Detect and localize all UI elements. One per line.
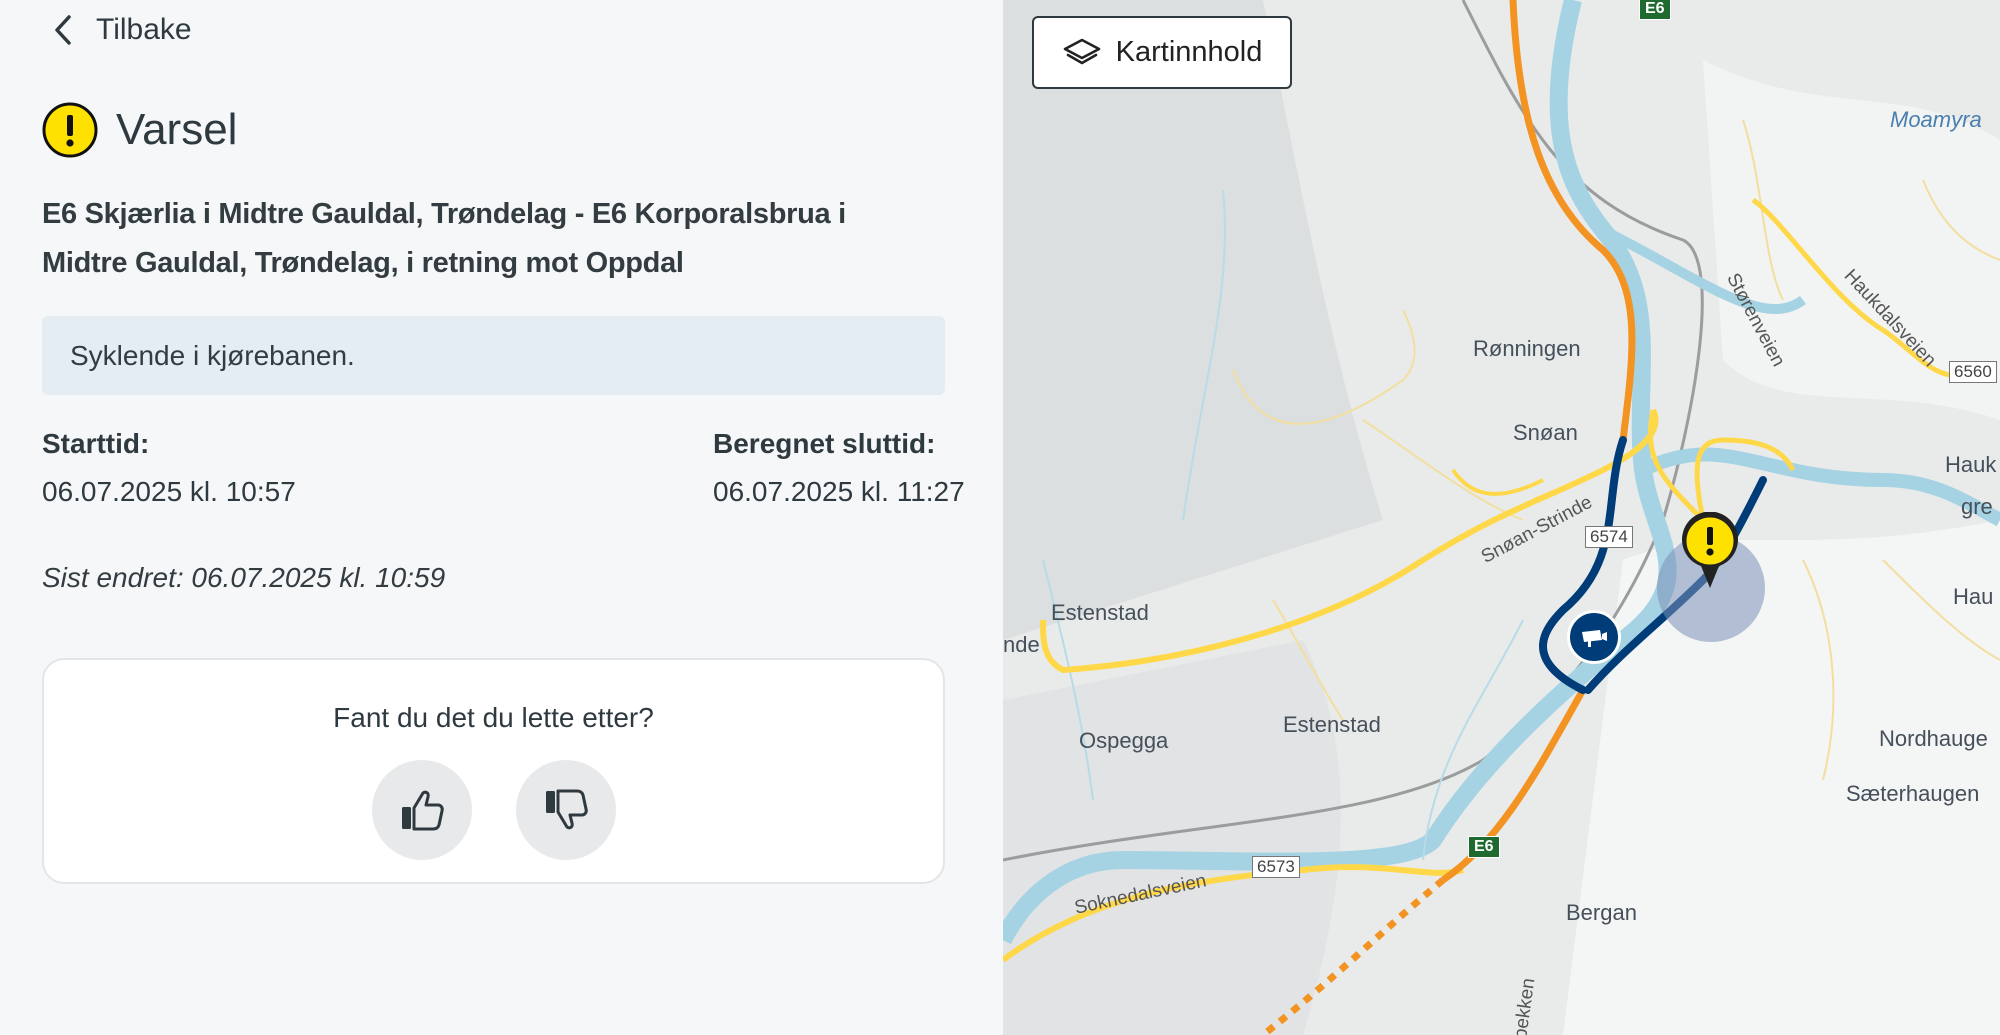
page-title: Varsel — [116, 105, 238, 154]
map-layers-label: Kartinnhold — [1115, 36, 1263, 68]
place-label: Estenstad — [1051, 600, 1149, 625]
detail-panel: Tilbake Varsel E6 Skjærlia i Midtre Gaul… — [0, 0, 1003, 1035]
road-number: 6560 — [1949, 361, 1997, 383]
place-label: Ospegga — [1079, 728, 1169, 753]
layers-icon — [1063, 38, 1100, 64]
alert-location: E6 Skjærlia i Midtre Gauldal, Trøndelag … — [42, 198, 846, 279]
description-text: Syklende i kjørebanen. — [70, 339, 355, 371]
e6-shield: E6 — [1639, 0, 1671, 20]
place-label: Rønningen — [1473, 336, 1581, 361]
e6-shield: E6 — [1468, 836, 1500, 858]
place-label: nde — [1003, 632, 1040, 657]
back-button[interactable]: Tilbake — [52, 8, 192, 52]
thumbs-up-icon — [402, 790, 444, 831]
back-label: Tilbake — [96, 13, 192, 46]
warning-icon — [42, 102, 98, 158]
incident-marker[interactable] — [1679, 512, 1741, 590]
camera-icon — [1582, 630, 1607, 647]
alert-header: Varsel — [42, 102, 237, 158]
place-label: Snøan — [1513, 420, 1578, 445]
thumbs-down-button[interactable] — [516, 760, 616, 860]
traffic-camera-marker[interactable] — [1567, 610, 1621, 664]
start-time-label: Starttid: — [42, 428, 150, 459]
map-layers-button[interactable]: Kartinnhold — [1032, 16, 1292, 89]
end-time-value: 06.07.2025 kl. 11:27 — [713, 476, 965, 507]
end-time-label: Beregnet sluttid: — [713, 428, 936, 459]
thumbs-up-button[interactable] — [372, 760, 472, 860]
start-time-value: 06.07.2025 kl. 10:57 — [42, 476, 296, 507]
map-canvas[interactable] — [1003, 0, 2000, 1035]
feedback-question: Fant du det du lette etter? — [333, 702, 654, 733]
last-changed: Sist endret: 06.07.2025 kl. 10:59 — [42, 562, 446, 593]
place-label: Moamyra — [1890, 107, 1982, 132]
alert-description: Syklende i kjørebanen. — [42, 316, 945, 395]
map-view[interactable]: Kartinnhold Moamyra Rønningen Snøan Este… — [1003, 0, 2000, 1035]
thumbs-down-icon — [546, 789, 588, 830]
place-label: gre — [1961, 494, 1993, 519]
place-label: Hau — [1953, 584, 1994, 609]
place-label: Bergan — [1566, 900, 1637, 925]
road-number: 6573 — [1252, 856, 1300, 878]
feedback-card: Fant du det du lette etter? — [42, 658, 945, 884]
place-label: Hauk — [1945, 452, 1997, 477]
place-label: Estenstad — [1283, 712, 1381, 737]
road-number: 6574 — [1585, 526, 1633, 548]
place-label: Nordhauge — [1879, 726, 1988, 751]
place-label: Sæterhaugen — [1846, 781, 1980, 806]
chevron-left-icon — [55, 15, 71, 45]
